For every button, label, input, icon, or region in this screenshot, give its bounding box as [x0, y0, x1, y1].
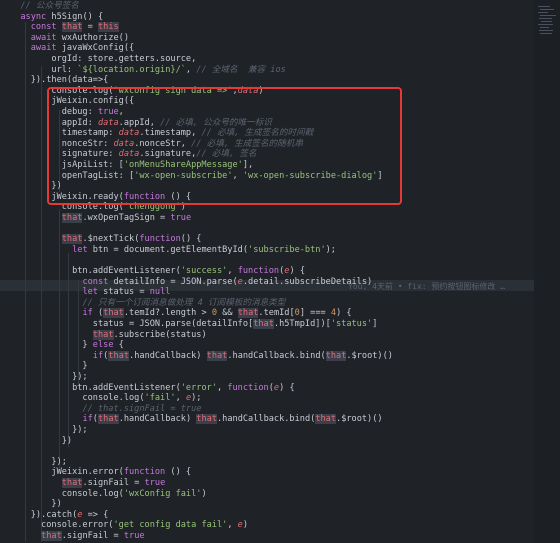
minimap-line — [538, 12, 548, 13]
minimap-line — [540, 27, 549, 28]
code-line[interactable]: // 只有一个订阅消息做处理 4 订阅模板的消息类型 — [10, 298, 285, 309]
code-line[interactable]: that.signFail = true — [10, 531, 145, 542]
code-line[interactable]: }).then(data=>{ — [10, 75, 109, 86]
code-line[interactable]: }); — [10, 457, 67, 468]
minimap-line — [541, 21, 552, 22]
minimap-line — [538, 6, 550, 7]
minimap-line — [538, 24, 553, 25]
minimap-line — [540, 33, 552, 34]
code-line[interactable]: }).catch(e => { — [10, 510, 109, 521]
code-line[interactable]: orgId: store.getters.source, — [10, 54, 196, 65]
code-line[interactable]: }) — [10, 436, 72, 447]
code-line[interactable]: const that = this — [10, 22, 119, 33]
code-line[interactable]: }) — [10, 499, 61, 510]
code-line[interactable]: let status = null — [10, 287, 170, 298]
minimap-line — [540, 15, 556, 16]
code-line[interactable]: url: `${location.origin}/`, // 全域名 兼容 io… — [10, 65, 285, 76]
code-line[interactable]: console.error('get config data fail', e) — [10, 520, 248, 531]
code-line[interactable]: }); — [10, 425, 88, 436]
code-line[interactable]: }); — [10, 372, 88, 383]
code-line[interactable]: that.wxOpenTagSign = true — [10, 213, 191, 224]
code-line[interactable]: that.signFail = true — [10, 478, 165, 489]
code-line[interactable]: await wxAuthorize() — [10, 33, 129, 44]
code-line[interactable]: btn.addEventListener('error', function(e… — [10, 383, 295, 394]
code-line[interactable]: btn.addEventListener('success', function… — [10, 266, 305, 277]
code-line[interactable]: } — [10, 361, 87, 372]
minimap[interactable] — [534, 0, 560, 543]
code-line[interactable]: console.log('wxConfig fail') — [10, 489, 207, 500]
code-line[interactable]: if(that.handCallback) that.handCallback.… — [10, 414, 383, 425]
minimap-line — [540, 9, 554, 10]
code-line[interactable]: const detailInfo = JSON.parse(e.detail.s… — [10, 277, 372, 288]
code-line[interactable]: that.subscribe(status) — [10, 329, 207, 341]
code-line[interactable]: status = JSON.parse(detailInfo[that.h5Tm… — [10, 319, 377, 330]
code-line[interactable]: // 公众号签名 — [10, 1, 79, 12]
code-line[interactable]: if(that.handCallback) that.handCallback.… — [10, 350, 393, 362]
code-line[interactable]: that.$nextTick(function() { — [10, 234, 201, 245]
minimap-line — [539, 30, 553, 31]
minimap-line — [539, 18, 552, 19]
code-line[interactable]: await javaWxConfig({ — [10, 43, 134, 54]
code-line[interactable]: // that.signFail = true — [10, 404, 201, 415]
code-line[interactable]: jWeixin.error(function () { — [10, 467, 191, 478]
code-line[interactable]: } else { — [10, 340, 123, 351]
code-line[interactable]: if (that.temId?.length > 0 && that.temId… — [10, 308, 352, 319]
code-editor[interactable]: // 公众号签名 async h5Sign() { const that = t… — [0, 0, 560, 543]
code-line[interactable]: let btn = document.getElementById('subsc… — [10, 245, 336, 256]
code-line[interactable]: async h5Sign() { — [10, 12, 103, 23]
git-blame-annotation: You, 4天前 • fix: 预约按钮图标修改 … — [348, 282, 506, 291]
code-line[interactable]: console.log('fail', e); — [10, 393, 201, 404]
highlight-box — [47, 87, 402, 205]
